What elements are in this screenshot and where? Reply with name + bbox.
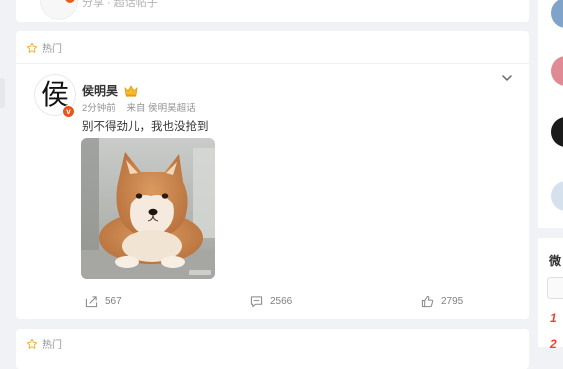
chevron-down-icon[interactable] [500, 71, 514, 85]
left-gutter [0, 0, 8, 347]
star-icon [26, 338, 38, 350]
post-image[interactable] [81, 138, 215, 279]
post-source-prefix: 来自 [126, 103, 146, 114]
crown-icon [124, 84, 138, 97]
like-button[interactable]: 2795 [421, 295, 463, 308]
post-time[interactable]: 2分钟前 [82, 103, 116, 114]
star-icon [26, 42, 38, 54]
hot-search-rank: 2 [550, 337, 557, 351]
hot-section-label: 热门 [26, 40, 62, 55]
comment-count: 2566 [270, 296, 293, 307]
comment-icon [250, 296, 263, 308]
feed-post-card: 热门 侯 v 侯明昊 2分钟前 来自 侯明昊超话 别不得劲儿，我也没抢到 567… [16, 31, 529, 319]
author-name[interactable]: 侯明昊 [82, 82, 118, 99]
next-post-card: 热门 [16, 329, 529, 369]
sidebar-search-input[interactable] [547, 277, 563, 299]
verified-badge-icon: v [62, 105, 75, 118]
hot-label-text: 热门 [42, 44, 62, 55]
like-count: 2795 [441, 296, 464, 307]
forward-count: 567 [105, 296, 122, 307]
post-text: 别不得劲儿，我也没抢到 [82, 121, 209, 133]
post-source[interactable]: 侯明昊超话 [148, 103, 196, 114]
author-name-row: 侯明昊 [82, 82, 138, 99]
hot-search-heading: 微 [549, 254, 562, 268]
forward-icon [85, 296, 98, 308]
previous-post-card: 分享 · 超话帖子 [16, 0, 529, 22]
post-meta: 2分钟前 来自 侯明昊超话 [82, 100, 196, 114]
hot-section-label: 热门 [26, 336, 62, 351]
forward-button[interactable]: 567 [85, 295, 122, 308]
post-action-bar: 567 2566 2795 [16, 290, 529, 312]
previous-post-meta: 分享 · 超话帖子 [82, 0, 158, 9]
hot-label-text: 热门 [42, 340, 62, 351]
hot-search-rank: 1 [550, 311, 557, 325]
thumbs-up-icon [421, 295, 434, 308]
comment-button[interactable]: 2566 [250, 295, 292, 308]
card-divider [16, 63, 529, 64]
left-nav-handle[interactable] [0, 78, 5, 108]
